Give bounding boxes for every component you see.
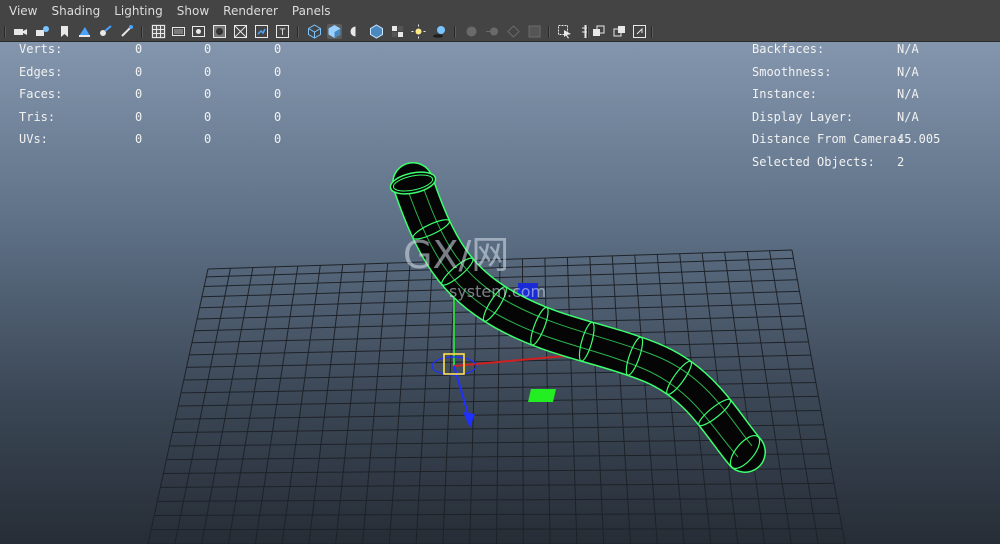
x-axis-handle[interactable] bbox=[453, 355, 566, 367]
anti-aliasing-icon[interactable] bbox=[506, 24, 521, 39]
toolbar-separator bbox=[587, 26, 589, 38]
hud-value: 45.005 bbox=[897, 132, 941, 146]
depth-of-field-icon[interactable] bbox=[527, 24, 542, 39]
hud-value: 0 bbox=[135, 87, 143, 101]
hud-value: 0 bbox=[135, 109, 143, 124]
hud-value: N/A bbox=[897, 109, 919, 124]
hud-value: 0 bbox=[204, 64, 212, 79]
safe-action-icon[interactable] bbox=[254, 24, 269, 39]
hud-value: 0 bbox=[204, 109, 212, 124]
grid-line bbox=[566, 257, 578, 544]
menu-lighting[interactable]: Lighting bbox=[107, 0, 170, 22]
xray-joints-icon[interactable] bbox=[591, 24, 606, 39]
camera-attributes-icon[interactable] bbox=[35, 24, 50, 39]
toolbar-separator bbox=[141, 26, 143, 38]
hud-label: UVs: bbox=[19, 132, 48, 146]
hud-value: 0 bbox=[204, 87, 212, 101]
toolbar-separator bbox=[4, 26, 6, 38]
hud-value: 0 bbox=[135, 132, 143, 146]
menu-renderer[interactable]: Renderer bbox=[216, 0, 285, 22]
hud-value: 0 bbox=[274, 64, 282, 79]
viewport-toolbar: T bbox=[0, 22, 1000, 42]
hud-value: 0 bbox=[274, 42, 282, 56]
smooth-shade-icon[interactable] bbox=[327, 24, 342, 39]
hud-value: 0 bbox=[204, 132, 212, 146]
screen-space-ao-icon[interactable] bbox=[464, 24, 479, 39]
hud-label: Instance: bbox=[752, 87, 818, 101]
menu-panels[interactable]: Panels bbox=[285, 0, 338, 22]
grid-line bbox=[151, 528, 843, 531]
single-view-icon[interactable] bbox=[612, 24, 627, 39]
shaded-wireframe-icon[interactable] bbox=[369, 24, 384, 39]
bookmark-icon[interactable] bbox=[57, 24, 72, 39]
viewport-menu-bar: View Shading Lighting Show Renderer Pane… bbox=[0, 0, 1000, 22]
toolbar-separator bbox=[651, 26, 653, 38]
watermark-main: GX/网 bbox=[403, 233, 509, 277]
hud-value: 0 bbox=[274, 109, 282, 124]
default-material-icon[interactable] bbox=[348, 24, 363, 39]
hud-value: N/A bbox=[897, 42, 919, 56]
hud-label: Display Layer: bbox=[752, 109, 854, 124]
grid-line bbox=[147, 268, 209, 544]
svg-text:T: T bbox=[279, 28, 286, 38]
two-pane-icon[interactable] bbox=[632, 24, 647, 39]
wireframe-icon[interactable] bbox=[307, 24, 322, 39]
menu-show[interactable]: Show bbox=[170, 0, 216, 22]
grease-pencil-icon[interactable] bbox=[98, 24, 113, 39]
hud-value: 0 bbox=[135, 64, 143, 79]
hud-label: Selected Objects: bbox=[752, 154, 875, 169]
hud-label: Edges: bbox=[19, 64, 63, 79]
hud-label: Backfaces: bbox=[752, 42, 825, 56]
grid-icon[interactable] bbox=[151, 24, 166, 39]
hud-value: N/A bbox=[897, 64, 919, 79]
hud-label: Tris: bbox=[19, 109, 56, 124]
textured-icon[interactable] bbox=[390, 24, 405, 39]
2d-pan-zoom-icon[interactable] bbox=[119, 24, 134, 39]
shadows-icon[interactable] bbox=[432, 24, 447, 39]
watermark-sub: system.com bbox=[449, 282, 546, 301]
hud-value: 0 bbox=[204, 42, 212, 56]
toolbar-separator bbox=[297, 26, 299, 38]
safe-title-icon[interactable]: T bbox=[275, 24, 290, 39]
hud-label: Verts: bbox=[19, 42, 63, 56]
image-plane-icon[interactable] bbox=[77, 24, 92, 39]
motion-blur-icon[interactable] bbox=[485, 24, 500, 39]
camera-icon[interactable] bbox=[13, 24, 28, 39]
film-gate-icon[interactable] bbox=[171, 24, 186, 39]
hud-value: 2 bbox=[897, 154, 905, 169]
menu-shading[interactable]: Shading bbox=[44, 0, 107, 22]
hud-label: Faces: bbox=[19, 87, 63, 101]
isolate-select-icon[interactable] bbox=[557, 24, 572, 39]
green-plane-handle[interactable] bbox=[528, 389, 556, 402]
hud-label: Distance From Camera: bbox=[752, 132, 904, 146]
hud-value: 0 bbox=[135, 42, 143, 56]
resolution-gate-icon[interactable] bbox=[191, 24, 206, 39]
toolbar-separator bbox=[548, 26, 550, 38]
hud-value: 0 bbox=[274, 132, 282, 146]
menu-view[interactable]: View bbox=[0, 0, 44, 22]
use-all-lights-icon[interactable] bbox=[411, 24, 426, 39]
3d-viewport[interactable]: GX/网 system.com Verts: 0 0 0 Edges: 0 0 0 Faces:… bbox=[0, 42, 1000, 544]
hud-value: N/A bbox=[897, 87, 919, 101]
toolbar-separator bbox=[454, 26, 456, 38]
hud-value: 0 bbox=[274, 87, 282, 101]
hud-label: Smoothness: bbox=[752, 64, 832, 79]
field-chart-icon[interactable] bbox=[233, 24, 248, 39]
gate-mask-icon[interactable] bbox=[212, 24, 227, 39]
